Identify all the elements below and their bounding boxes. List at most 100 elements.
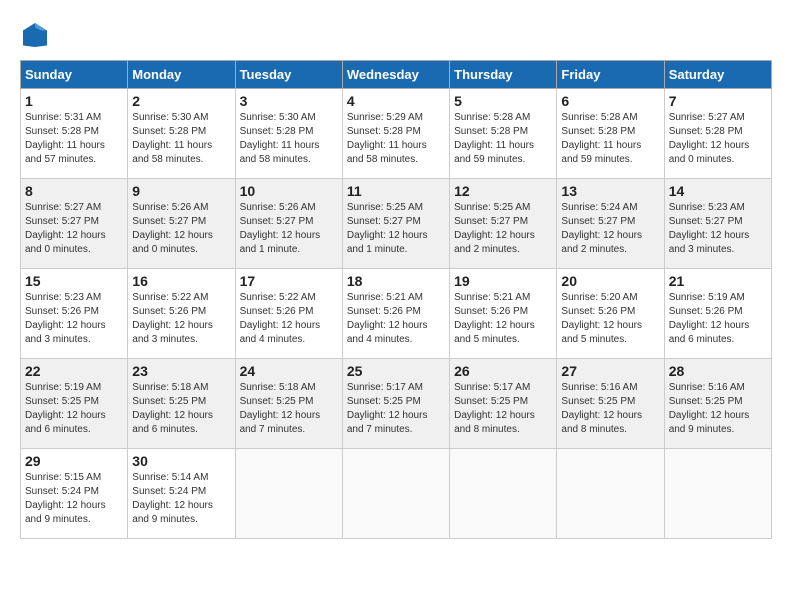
day-number: 1 <box>25 93 123 109</box>
day-info: Sunrise: 5:30 AM Sunset: 5:28 PM Dayligh… <box>240 111 338 167</box>
day-number: 27 <box>561 363 659 379</box>
calendar-cell: 1 Sunrise: 5:31 AM Sunset: 5:28 PM Daylig… <box>21 89 128 179</box>
day-info: Sunrise: 5:18 AM Sunset: 5:25 PM Dayligh… <box>240 381 338 437</box>
day-info: Sunrise: 5:16 AM Sunset: 5:25 PM Dayligh… <box>669 381 767 437</box>
calendar-cell: 2 Sunrise: 5:30 AM Sunset: 5:28 PM Daylig… <box>128 89 235 179</box>
calendar-cell: 4 Sunrise: 5:29 AM Sunset: 5:28 PM Daylig… <box>342 89 449 179</box>
day-header-saturday: Saturday <box>664 61 771 89</box>
calendar-cell: 12 Sunrise: 5:25 AM Sunset: 5:27 PM Dayli… <box>450 179 557 269</box>
calendar-cell: 11 Sunrise: 5:25 AM Sunset: 5:27 PM Dayli… <box>342 179 449 269</box>
calendar-cell: 23Sunrise: 5:18 AM Sunset: 5:25 PM Dayli… <box>128 359 235 449</box>
calendar-cell: 5 Sunrise: 5:28 AM Sunset: 5:28 PM Daylig… <box>450 89 557 179</box>
calendar-week-1: 1 Sunrise: 5:31 AM Sunset: 5:28 PM Daylig… <box>21 89 772 179</box>
day-info: Sunrise: 5:19 AM Sunset: 5:25 PM Dayligh… <box>25 381 123 437</box>
day-info: Sunrise: 5:21 AM Sunset: 5:26 PM Dayligh… <box>454 291 552 347</box>
calendar-cell: 7Sunrise: 5:27 AM Sunset: 5:28 PM Daylig… <box>664 89 771 179</box>
calendar-cell <box>235 449 342 539</box>
calendar-cell: 16 Sunrise: 5:22 AM Sunset: 5:26 PM Dayli… <box>128 269 235 359</box>
day-header-friday: Friday <box>557 61 664 89</box>
day-number: 3 <box>240 93 338 109</box>
day-number: 2 <box>132 93 230 109</box>
calendar-cell: 28 Sunrise: 5:16 AM Sunset: 5:25 PM Dayli… <box>664 359 771 449</box>
day-number: 17 <box>240 273 338 289</box>
calendar-cell: 6Sunrise: 5:28 AM Sunset: 5:28 PM Daylig… <box>557 89 664 179</box>
day-header-thursday: Thursday <box>450 61 557 89</box>
day-info: Sunrise: 5:21 AM Sunset: 5:26 PM Dayligh… <box>347 291 445 347</box>
day-header-monday: Monday <box>128 61 235 89</box>
day-info: Sunrise: 5:26 AM Sunset: 5:27 PM Dayligh… <box>132 201 230 257</box>
day-info: Sunrise: 5:18 AM Sunset: 5:25 PM Dayligh… <box>132 381 230 437</box>
page-header <box>20 20 772 50</box>
day-header-sunday: Sunday <box>21 61 128 89</box>
day-info: Sunrise: 5:31 AM Sunset: 5:28 PM Dayligh… <box>25 111 123 167</box>
day-number: 5 <box>454 93 552 109</box>
day-number: 4 <box>347 93 445 109</box>
calendar-cell: 22 Sunrise: 5:19 AM Sunset: 5:25 PM Dayli… <box>21 359 128 449</box>
logo-icon <box>20 20 50 50</box>
day-number: 24 <box>240 363 338 379</box>
day-number: 12 <box>454 183 552 199</box>
day-info: Sunrise: 5:26 AM Sunset: 5:27 PM Dayligh… <box>240 201 338 257</box>
calendar-week-2: 8 Sunrise: 5:27 AM Sunset: 5:27 PM Daylig… <box>21 179 772 269</box>
day-number: 11 <box>347 183 445 199</box>
day-number: 30 <box>132 453 230 469</box>
day-number: 26 <box>454 363 552 379</box>
calendar-table: SundayMondayTuesdayWednesdayThursdayFrid… <box>20 60 772 539</box>
day-number: 22 <box>25 363 123 379</box>
day-number: 28 <box>669 363 767 379</box>
calendar-cell: 10 Sunrise: 5:26 AM Sunset: 5:27 PM Dayli… <box>235 179 342 269</box>
calendar-week-4: 22 Sunrise: 5:19 AM Sunset: 5:25 PM Dayli… <box>21 359 772 449</box>
day-info: Sunrise: 5:27 AM Sunset: 5:28 PM Dayligh… <box>669 111 767 167</box>
day-info: Sunrise: 5:17 AM Sunset: 5:25 PM Dayligh… <box>347 381 445 437</box>
day-number: 10 <box>240 183 338 199</box>
calendar-cell: 3 Sunrise: 5:30 AM Sunset: 5:28 PM Daylig… <box>235 89 342 179</box>
logo <box>20 20 54 50</box>
day-number: 6 <box>561 93 659 109</box>
day-info: Sunrise: 5:28 AM Sunset: 5:28 PM Dayligh… <box>454 111 552 167</box>
day-info: Sunrise: 5:19 AM Sunset: 5:26 PM Dayligh… <box>669 291 767 347</box>
day-number: 29 <box>25 453 123 469</box>
calendar-cell <box>557 449 664 539</box>
day-info: Sunrise: 5:16 AM Sunset: 5:25 PM Dayligh… <box>561 381 659 437</box>
day-number: 8 <box>25 183 123 199</box>
day-number: 13 <box>561 183 659 199</box>
calendar-cell: 25Sunrise: 5:17 AM Sunset: 5:25 PM Dayli… <box>342 359 449 449</box>
day-info: Sunrise: 5:25 AM Sunset: 5:27 PM Dayligh… <box>347 201 445 257</box>
calendar-cell: 15 Sunrise: 5:23 AM Sunset: 5:26 PM Dayli… <box>21 269 128 359</box>
day-number: 16 <box>132 273 230 289</box>
calendar-cell: 18 Sunrise: 5:21 AM Sunset: 5:26 PM Dayli… <box>342 269 449 359</box>
calendar-cell: 27 Sunrise: 5:16 AM Sunset: 5:25 PM Dayli… <box>557 359 664 449</box>
day-info: Sunrise: 5:22 AM Sunset: 5:26 PM Dayligh… <box>132 291 230 347</box>
calendar-cell: 19 Sunrise: 5:21 AM Sunset: 5:26 PM Dayli… <box>450 269 557 359</box>
day-info: Sunrise: 5:29 AM Sunset: 5:28 PM Dayligh… <box>347 111 445 167</box>
day-info: Sunrise: 5:14 AM Sunset: 5:24 PM Dayligh… <box>132 471 230 527</box>
calendar-cell: 14Sunrise: 5:23 AM Sunset: 5:27 PM Dayli… <box>664 179 771 269</box>
day-info: Sunrise: 5:30 AM Sunset: 5:28 PM Dayligh… <box>132 111 230 167</box>
calendar-cell: 17 Sunrise: 5:22 AM Sunset: 5:26 PM Dayli… <box>235 269 342 359</box>
day-number: 18 <box>347 273 445 289</box>
calendar-cell: 24 Sunrise: 5:18 AM Sunset: 5:25 PM Dayli… <box>235 359 342 449</box>
calendar-cell <box>342 449 449 539</box>
calendar-cell: 21Sunrise: 5:19 AM Sunset: 5:26 PM Dayli… <box>664 269 771 359</box>
day-info: Sunrise: 5:17 AM Sunset: 5:25 PM Dayligh… <box>454 381 552 437</box>
day-number: 9 <box>132 183 230 199</box>
calendar-week-5: 29 Sunrise: 5:15 AM Sunset: 5:24 PM Dayli… <box>21 449 772 539</box>
day-number: 14 <box>669 183 767 199</box>
calendar-cell: 20Sunrise: 5:20 AM Sunset: 5:26 PM Dayli… <box>557 269 664 359</box>
day-number: 15 <box>25 273 123 289</box>
day-number: 19 <box>454 273 552 289</box>
calendar-cell: 13 Sunrise: 5:24 AM Sunset: 5:27 PM Dayli… <box>557 179 664 269</box>
day-info: Sunrise: 5:23 AM Sunset: 5:26 PM Dayligh… <box>25 291 123 347</box>
day-header-wednesday: Wednesday <box>342 61 449 89</box>
calendar-cell: 30 Sunrise: 5:14 AM Sunset: 5:24 PM Dayli… <box>128 449 235 539</box>
calendar-cell: 9 Sunrise: 5:26 AM Sunset: 5:27 PM Daylig… <box>128 179 235 269</box>
day-info: Sunrise: 5:15 AM Sunset: 5:24 PM Dayligh… <box>25 471 123 527</box>
day-info: Sunrise: 5:25 AM Sunset: 5:27 PM Dayligh… <box>454 201 552 257</box>
header-row: SundayMondayTuesdayWednesdayThursdayFrid… <box>21 61 772 89</box>
day-number: 20 <box>561 273 659 289</box>
calendar-cell: 8 Sunrise: 5:27 AM Sunset: 5:27 PM Daylig… <box>21 179 128 269</box>
day-info: Sunrise: 5:24 AM Sunset: 5:27 PM Dayligh… <box>561 201 659 257</box>
calendar-cell: 26 Sunrise: 5:17 AM Sunset: 5:25 PM Dayli… <box>450 359 557 449</box>
day-info: Sunrise: 5:27 AM Sunset: 5:27 PM Dayligh… <box>25 201 123 257</box>
day-info: Sunrise: 5:22 AM Sunset: 5:26 PM Dayligh… <box>240 291 338 347</box>
